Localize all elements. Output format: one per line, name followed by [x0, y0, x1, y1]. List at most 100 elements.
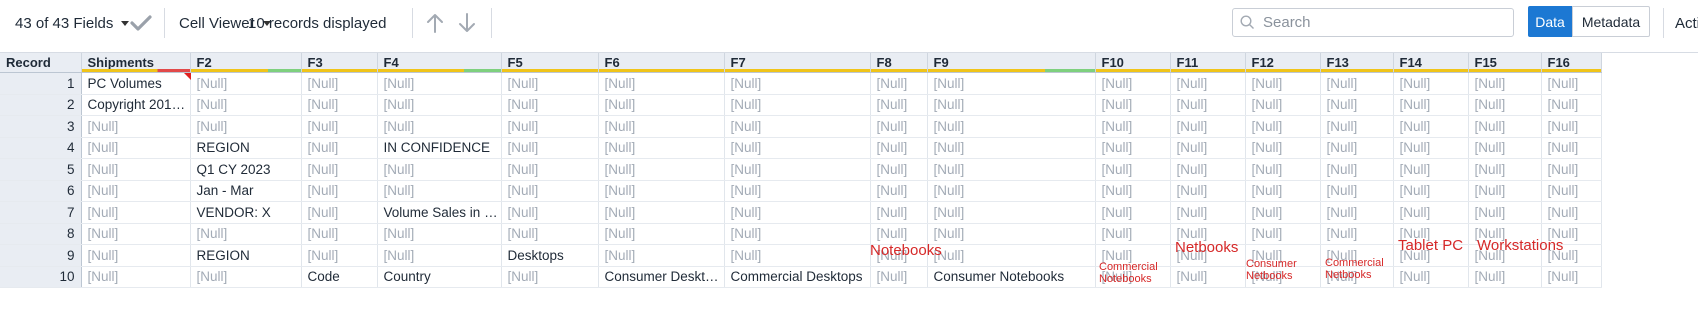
table-cell[interactable]: [Null] [501, 201, 599, 224]
table-cell[interactable]: [Null] [501, 72, 599, 95]
table-cell[interactable]: [Null] [1245, 223, 1321, 245]
table-cell[interactable]: [Null] [927, 94, 1096, 116]
column-header-f2[interactable]: F2 [190, 53, 302, 73]
table-cell[interactable]: [Null] [927, 180, 1096, 202]
column-header-f15[interactable]: F15 [1468, 53, 1542, 73]
table-cell[interactable]: [Null] [598, 137, 725, 159]
table-cell[interactable]: [Null] [598, 94, 725, 116]
table-cell[interactable]: [Null] [724, 223, 871, 245]
table-cell[interactable]: [Null] [1320, 72, 1394, 95]
column-header-f9[interactable]: F9 [927, 53, 1096, 73]
table-cell[interactable]: [Null] [1393, 180, 1469, 202]
table-cell[interactable]: [Null] [1320, 94, 1394, 116]
table-cell[interactable]: Copyright 2013 X [81, 94, 191, 116]
table-cell[interactable]: [Null] [724, 72, 871, 95]
column-header-record[interactable]: Record [0, 53, 82, 73]
column-header-f7[interactable]: F7 [724, 53, 871, 73]
table-cell[interactable]: [Null] [377, 223, 502, 245]
table-cell[interactable]: [Null] [1393, 115, 1469, 138]
table-cell[interactable]: [Null] [1095, 201, 1171, 224]
table-cell[interactable]: [Null] [1541, 201, 1602, 224]
table-cell[interactable]: [Null] [1541, 266, 1602, 288]
table-cell[interactable]: [Null] [598, 72, 725, 95]
table-cell[interactable]: REGION [190, 244, 302, 267]
table-cell[interactable]: [Null] [1170, 137, 1246, 159]
table-cell[interactable]: [Null] [301, 244, 378, 267]
table-cell[interactable]: [Null] [1245, 94, 1321, 116]
table-cell[interactable]: [Null] [301, 201, 378, 224]
table-cell[interactable]: [Null] [1320, 137, 1394, 159]
table-cell[interactable]: Consumer Desktops [598, 266, 725, 288]
table-cell[interactable]: [Null] [1541, 115, 1602, 138]
column-header-f13[interactable]: F13 [1320, 53, 1394, 73]
table-cell[interactable]: [Null] [1245, 158, 1321, 181]
table-cell[interactable]: [Null] [501, 266, 599, 288]
table-cell[interactable]: [Null] [377, 115, 502, 138]
table-cell[interactable]: Code [301, 266, 378, 288]
table-cell[interactable]: [Null] [1541, 180, 1602, 202]
table-cell[interactable]: [Null] [870, 266, 928, 288]
table-cell[interactable]: [Null] [190, 72, 302, 95]
column-header-f3[interactable]: F3 [301, 53, 378, 73]
table-cell[interactable]: [Null] [1095, 180, 1171, 202]
table-cell[interactable]: [Null] [1095, 94, 1171, 116]
column-header-f4[interactable]: F4 [377, 53, 502, 73]
apply-check-icon[interactable] [130, 0, 152, 46]
table-cell[interactable]: [Null] [1468, 115, 1542, 138]
arrow-up-icon[interactable] [425, 0, 445, 46]
table-cell[interactable]: [Null] [377, 94, 502, 116]
table-cell[interactable]: Consumer Notebooks [927, 266, 1096, 288]
table-cell[interactable]: [Null] [724, 180, 871, 202]
table-cell[interactable]: [Null] [501, 223, 599, 245]
table-cell[interactable]: [Null] [81, 244, 191, 267]
fields-selector[interactable]: 43 of 43 Fields [15, 0, 130, 46]
table-cell[interactable]: [Null] [501, 158, 599, 181]
table-cell[interactable]: [Null] [598, 244, 725, 267]
column-header-f12[interactable]: F12 [1245, 53, 1321, 73]
table-cell[interactable]: [Null] [1320, 223, 1394, 245]
table-cell[interactable]: [Null] [927, 223, 1096, 245]
table-cell[interactable]: [Null] [1170, 266, 1246, 288]
table-cell[interactable]: [Null] [870, 115, 928, 138]
table-cell[interactable]: [Null] [301, 137, 378, 159]
table-cell[interactable]: [Null] [1468, 180, 1542, 202]
table-cell[interactable]: [Null] [598, 158, 725, 181]
column-header-f5[interactable]: F5 [501, 53, 599, 73]
table-cell[interactable]: [Null] [1320, 158, 1394, 181]
table-cell[interactable]: [Null] [724, 201, 871, 224]
table-cell[interactable]: Desktops [501, 244, 599, 267]
table-cell[interactable]: [Null] [927, 72, 1096, 95]
table-cell[interactable]: [Null] [927, 201, 1096, 224]
table-cell[interactable]: [Null] [190, 115, 302, 138]
table-cell[interactable]: [Null] [1170, 180, 1246, 202]
actions-menu[interactable]: Actions [1675, 0, 1698, 46]
table-cell[interactable]: [Null] [301, 94, 378, 116]
table-cell[interactable]: [Null] [1468, 266, 1542, 288]
table-cell[interactable]: [Null] [598, 180, 725, 202]
table-cell[interactable]: [Null] [1393, 266, 1469, 288]
table-cell[interactable]: [Null] [190, 223, 302, 245]
table-cell[interactable]: [Null] [1095, 137, 1171, 159]
table-cell[interactable]: [Null] [301, 72, 378, 95]
table-cell[interactable]: [Null] [870, 158, 928, 181]
table-cell[interactable]: [Null] [598, 223, 725, 245]
table-cell[interactable]: [Null] [1393, 94, 1469, 116]
table-cell[interactable]: [Null] [1393, 72, 1469, 95]
table-cell[interactable]: [Null] [1170, 94, 1246, 116]
table-cell[interactable]: [Null] [81, 201, 191, 224]
table-cell[interactable]: [Null] [1320, 180, 1394, 202]
table-cell[interactable]: IN CONFIDENCE [377, 137, 502, 159]
table-cell[interactable]: [Null] [377, 158, 502, 181]
table-cell[interactable]: [Null] [301, 115, 378, 138]
table-cell[interactable]: [Null] [870, 180, 928, 202]
table-cell[interactable]: [Null] [190, 266, 302, 288]
arrow-down-icon[interactable] [457, 0, 477, 46]
table-cell[interactable]: [Null] [1541, 137, 1602, 159]
table-cell[interactable]: Commercial Desktops [724, 266, 871, 288]
table-cell[interactable]: [Null] [870, 201, 928, 224]
table-cell[interactable]: [Null] [1170, 72, 1246, 95]
table-cell[interactable]: [Null] [81, 158, 191, 181]
table-cell[interactable]: [Null] [81, 137, 191, 159]
table-cell[interactable]: [Null] [1095, 158, 1171, 181]
table-cell[interactable]: [Null] [301, 158, 378, 181]
